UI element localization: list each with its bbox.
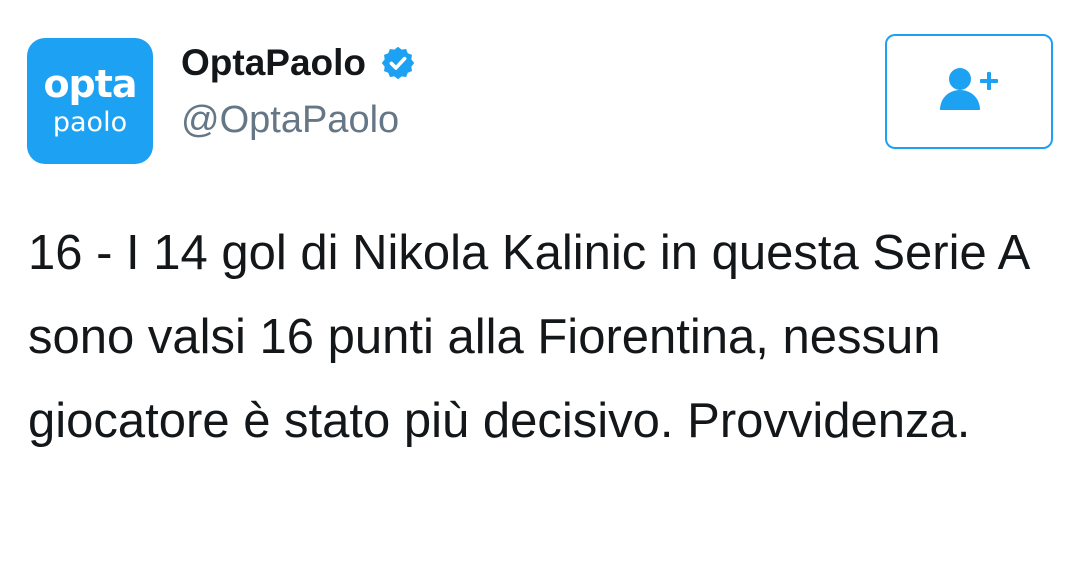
avatar-logo-line1: opta [43,62,137,106]
add-user-icon [936,64,1002,119]
user-handle[interactable]: @OptaPaolo [181,96,399,144]
author-name-row: OptaPaolo [181,40,416,86]
display-name[interactable]: OptaPaolo [181,40,366,86]
follow-button[interactable] [885,34,1053,149]
tweet-text: 16 - I 14 gol di Nikola Kalinic in quest… [28,226,1028,448]
avatar[interactable]: opta paolo [27,38,153,164]
avatar-logo-line2: paolo [52,107,128,138]
verified-badge-icon [380,45,416,81]
